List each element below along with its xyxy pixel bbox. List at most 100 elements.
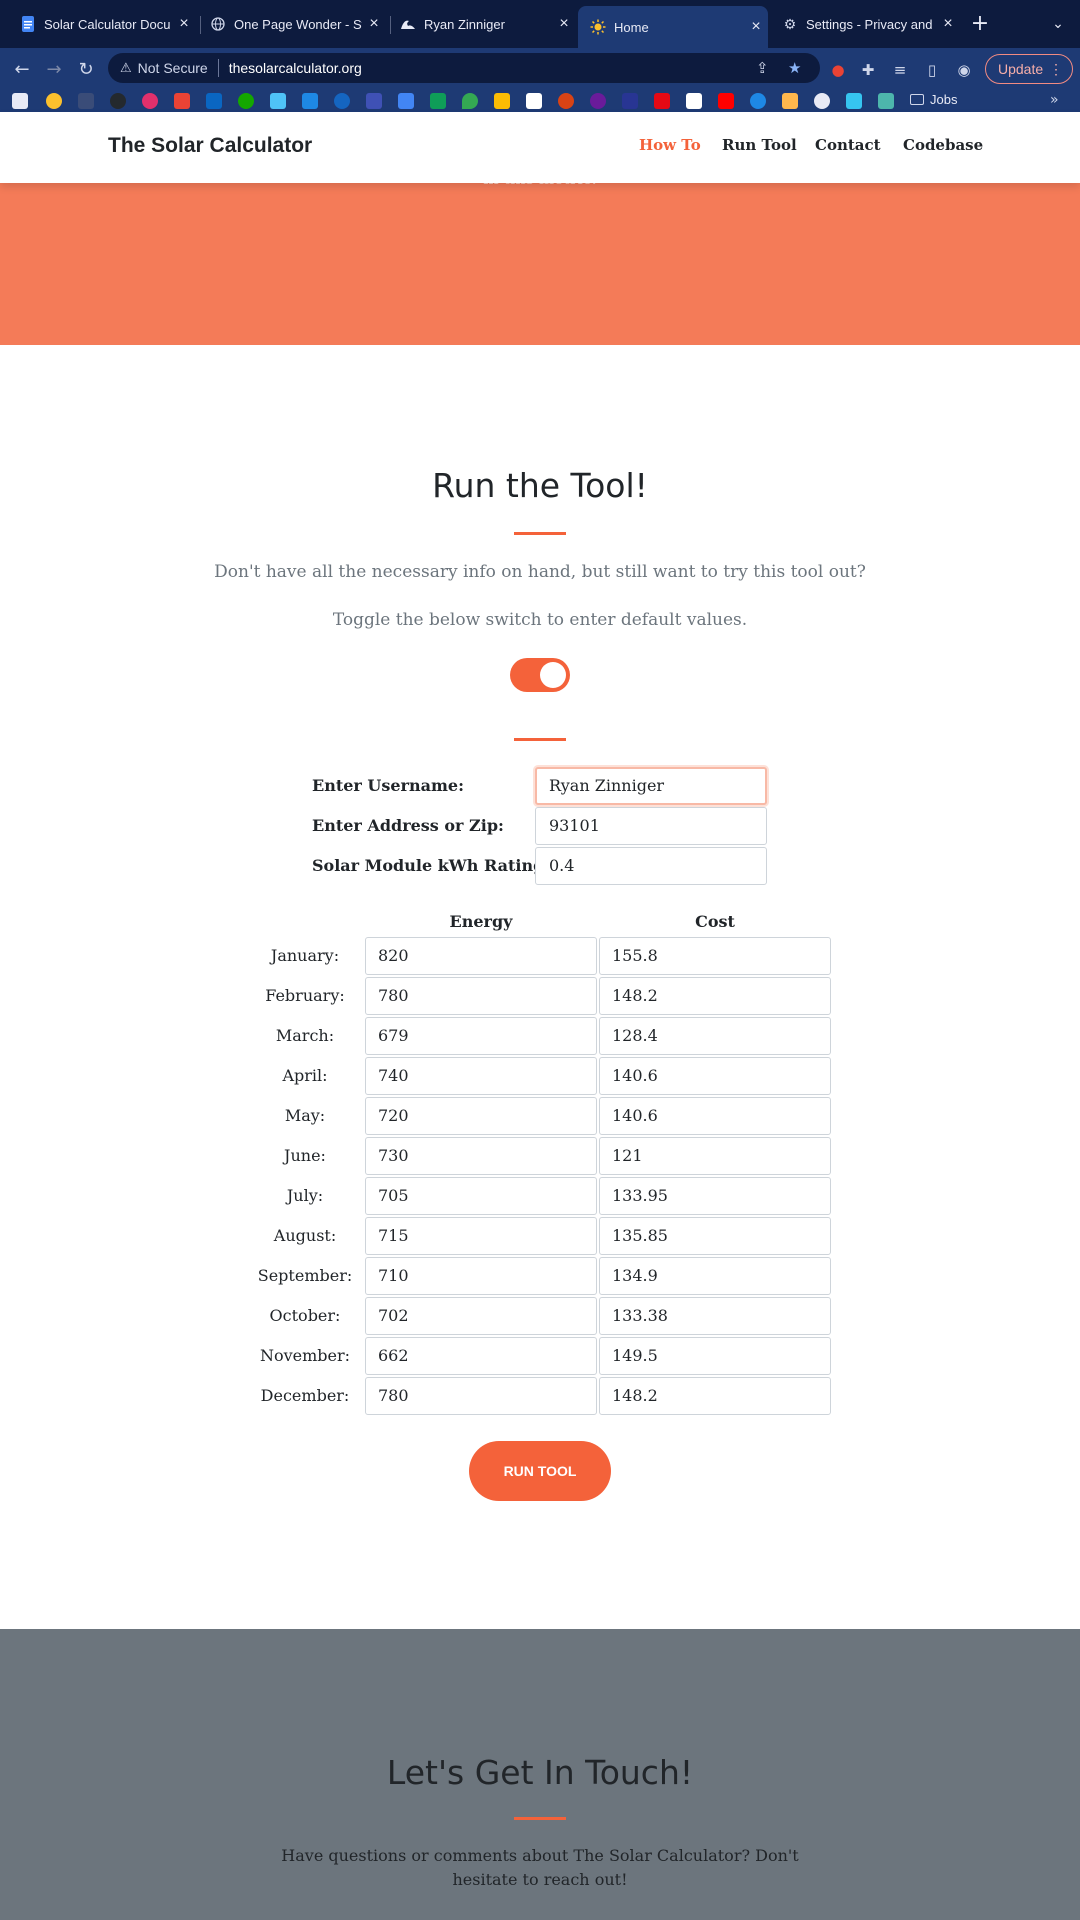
default-values-toggle[interactable] (510, 658, 570, 692)
update-button[interactable]: Update ⋮ (985, 54, 1073, 84)
browser-tab-bar: Solar Calculator Docu × One Page Wonder … (0, 0, 1080, 48)
nav-link-codebase[interactable]: Codebase (903, 136, 983, 154)
profile-avatar-icon[interactable]: ◉ (952, 58, 976, 82)
bookmark-netflix-icon[interactable] (654, 93, 670, 109)
energy-input[interactable]: 730 (365, 1137, 597, 1175)
forward-arrow-icon[interactable]: → (42, 58, 66, 82)
energy-input[interactable]: 710 (365, 1257, 597, 1295)
cost-input[interactable]: 148.2 (599, 1377, 831, 1415)
more-bookmarks-icon[interactable]: » (1050, 92, 1059, 108)
energy-input[interactable]: 702 (365, 1297, 597, 1335)
bookmark-plus-icon[interactable] (878, 93, 894, 109)
energy-input[interactable]: 720 (365, 1097, 597, 1135)
bookmark-github-icon[interactable] (110, 93, 126, 109)
bookmark-star-icon[interactable]: ★ (788, 59, 801, 77)
site-brand[interactable]: The Solar Calculator (108, 134, 312, 158)
cost-input[interactable]: 133.95 (599, 1177, 831, 1215)
bookmark-docs-icon[interactable] (398, 93, 414, 109)
tab-search-chevron-icon[interactable]: ⌄ (1046, 10, 1070, 38)
contact-section: Let's Get In Touch! Have questions or co… (0, 1629, 1080, 1920)
bookmark-reddit-icon[interactable] (558, 93, 574, 109)
side-panel-icon[interactable]: ▯ (920, 58, 944, 82)
bookmark-chase-icon[interactable] (334, 93, 350, 109)
energy-input[interactable]: 705 (365, 1177, 597, 1215)
cost-input[interactable]: 149.5 (599, 1337, 831, 1375)
username-input[interactable]: Ryan Zinniger (535, 767, 767, 805)
month-label: January: (270, 946, 340, 965)
energy-input[interactable]: 679 (365, 1017, 597, 1055)
cost-input[interactable]: 140.6 (599, 1057, 831, 1095)
menu-dots-icon: ⋮ (1049, 61, 1063, 77)
bookmark-upwork-icon[interactable] (238, 93, 254, 109)
wave-icon (400, 16, 416, 32)
update-label: Update (998, 61, 1044, 77)
bookmark-17t-icon[interactable] (622, 93, 638, 109)
cost-input[interactable]: 155.8 (599, 937, 831, 975)
bookmark-drive-icon[interactable] (494, 93, 510, 109)
nav-link-contact[interactable]: Contact (815, 136, 881, 154)
bookmark-a-icon[interactable] (750, 93, 766, 109)
bookmark-linkedin-icon[interactable] (206, 93, 222, 109)
bookmark-calendar-icon[interactable] (302, 93, 318, 109)
nav-link-how-to[interactable]: How To (639, 136, 701, 154)
close-icon[interactable]: × (744, 18, 768, 36)
tab-settings-privacy[interactable]: ⚙ Settings - Privacy and × (770, 7, 960, 41)
close-icon[interactable]: × (172, 15, 196, 33)
contact-text: Have questions or comments about The Sol… (281, 1846, 799, 1889)
energy-input[interactable]: 780 (365, 1377, 597, 1415)
extensions-puzzle-icon[interactable]: ✚ (856, 58, 880, 82)
bookmark-pen-icon[interactable] (782, 93, 798, 109)
bookmark-slack-icon[interactable] (846, 93, 862, 109)
bookmark-sun-icon[interactable] (46, 93, 62, 109)
bookmark-wave-icon[interactable] (12, 93, 28, 109)
cost-input[interactable]: 135.85 (599, 1217, 831, 1255)
contact-title: Let's Get In Touch! (386, 1753, 694, 1792)
reading-list-icon[interactable]: ≡ (888, 58, 912, 82)
bookmark-chart-icon[interactable] (270, 93, 286, 109)
run-tool-button[interactable]: RUN TOOL (469, 1441, 611, 1501)
energy-input[interactable]: 780 (365, 977, 597, 1015)
energy-input[interactable]: 740 (365, 1057, 597, 1095)
energy-input[interactable]: 715 (365, 1217, 597, 1255)
address-input[interactable]: 93101 (535, 807, 767, 845)
folder-label: Jobs (930, 92, 958, 107)
bookmark-bell-icon[interactable] (814, 93, 830, 109)
cost-input[interactable]: 121 (599, 1137, 831, 1175)
cost-input[interactable]: 128.4 (599, 1017, 831, 1055)
tab-ryan-zinniger[interactable]: Ryan Zinniger × (388, 7, 576, 41)
cost-input[interactable]: 133.38 (599, 1297, 831, 1335)
nav-link-run-tool[interactable]: Run Tool (722, 136, 797, 154)
new-tab-icon[interactable]: + (968, 10, 992, 38)
bookmark-youtube-icon[interactable] (718, 93, 734, 109)
cost-input[interactable]: 140.6 (599, 1097, 831, 1135)
energy-input[interactable]: 820 (365, 937, 597, 975)
cost-input[interactable]: 134.9 (599, 1257, 831, 1295)
share-icon[interactable]: ⇪ (756, 59, 769, 77)
close-icon[interactable]: × (362, 15, 386, 33)
energy-input[interactable]: 662 (365, 1337, 597, 1375)
month-label: August: (273, 1226, 337, 1245)
tab-home[interactable]: Home × (578, 6, 768, 48)
section-title: Run the Tool! (432, 466, 648, 505)
stop-hand-extension-icon[interactable]: ● (826, 58, 850, 82)
address-bar[interactable]: ⚠ Not Secure thesolarcalculator.org ⇪ ★ (108, 53, 820, 83)
reload-icon[interactable]: ↻ (74, 58, 98, 82)
bookmark-circle-icon[interactable] (590, 93, 606, 109)
bookmark-page-icon[interactable] (78, 93, 94, 109)
back-arrow-icon[interactable]: ← (10, 58, 34, 82)
cost-input[interactable]: 148.2 (599, 977, 831, 1015)
tab-one-page-wonder[interactable]: One Page Wonder - St × (198, 7, 386, 41)
module-rating-input[interactable]: 0.4 (535, 847, 767, 885)
bookmark-amazon-icon[interactable] (686, 93, 702, 109)
bookmark-folder-jobs[interactable]: Jobs (910, 92, 957, 107)
bookmark-gmail-icon[interactable] (174, 93, 190, 109)
bookmark-sheets-icon[interactable] (430, 93, 446, 109)
bookmark-cf-icon[interactable] (366, 93, 382, 109)
tab-solar-calculator-docs[interactable]: Solar Calculator Docu × (8, 7, 196, 41)
close-icon[interactable]: × (552, 15, 576, 33)
bookmark-amazon-icon[interactable] (526, 93, 542, 109)
close-icon[interactable]: × (936, 15, 960, 33)
bookmark-maps-icon[interactable] (462, 93, 478, 109)
cost-column-header: Cost (695, 912, 735, 931)
bookmark-target-icon[interactable] (142, 93, 158, 109)
